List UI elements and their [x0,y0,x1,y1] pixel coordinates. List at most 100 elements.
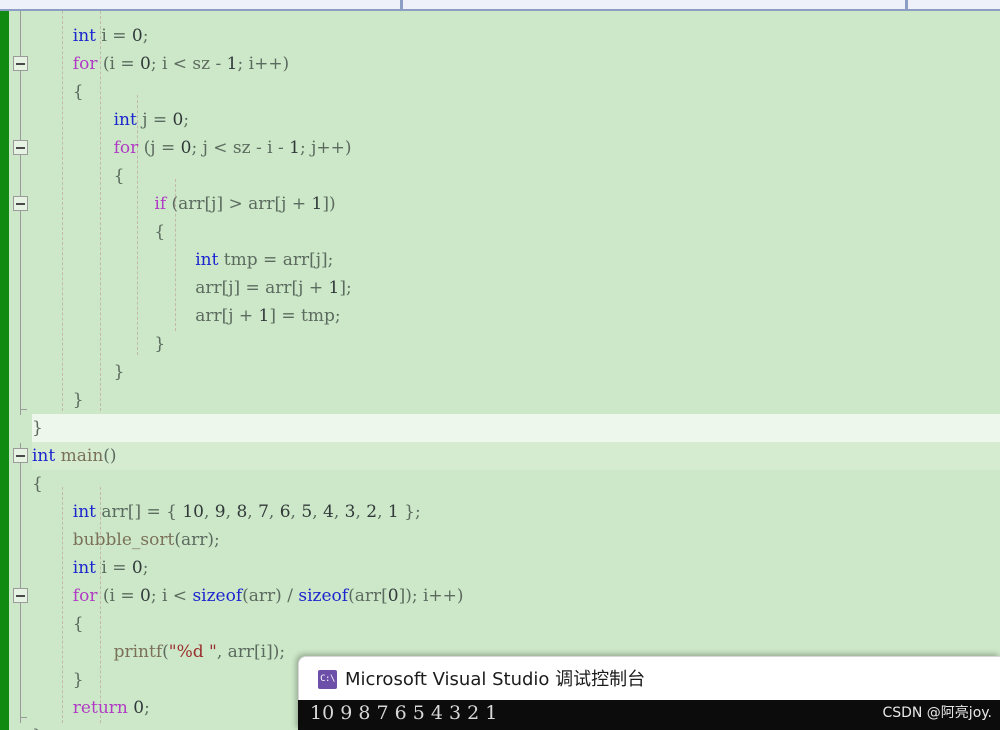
code-token: 2 [366,502,378,522]
code-token: { [32,474,43,494]
code-line-5[interactable]: { [32,162,125,190]
code-token: return [72,698,128,718]
code-token: 0 [131,558,143,578]
code-token: ; i++) [237,54,290,74]
fold-bracket-end-1 [20,717,27,718]
code-token: , [268,502,280,522]
code-token: , [225,502,237,522]
code-line-4[interactable]: for (j = 0; j < sz - i - 1; j++) [32,134,352,162]
code-token: (arr[ [348,586,388,606]
code-line-11[interactable]: } [32,330,165,358]
code-line-23[interactable]: } [32,666,84,694]
code-line-10[interactable]: arr[j + 1] = tmp; [32,302,341,330]
code-token: 0 [139,54,151,74]
code-token: ] = tmp; [269,306,341,326]
code-line-14[interactable]: } [32,414,43,442]
code-token: 6 [279,502,291,522]
code-token: 1 [311,194,323,214]
code-token: () [103,446,117,466]
fold-collapse-icon-2[interactable] [13,196,28,211]
code-line-22[interactable]: printf("%d ", arr[i]); [32,638,286,666]
code-line-16[interactable]: { [32,470,43,498]
code-token: i = [96,26,132,46]
console-titlebar[interactable]: C:\ Microsoft Visual Studio 调试控制台 [298,656,1000,700]
code-line-13[interactable]: } [32,386,84,414]
code-token: ; j < sz - i - [191,138,290,158]
code-line-24[interactable]: return 0; [32,694,150,722]
code-token: 9 [214,502,226,522]
code-token: 1 [258,306,270,326]
code-token: 1 [289,138,300,158]
code-token: 0 [131,26,143,46]
code-token: 1 [387,502,399,522]
code-token: ; [144,698,150,718]
code-token: arr[j] = arr[j + [195,278,329,298]
code-token: , [333,502,345,522]
code-token: "%d " [168,642,217,662]
code-token: ]) [322,194,336,214]
code-token: if [154,194,167,214]
code-token: , [203,502,215,522]
watermark-text: CSDN @阿亮joy. [882,705,992,721]
fold-bracket-line-1 [20,443,21,723]
code-token: 1 [328,278,340,298]
code-token: ; i < sz - [150,54,227,74]
code-token: printf [113,642,163,662]
console-output-area: 10 9 8 7 6 5 4 3 2 1 D:\code\test\x64\De… [298,700,1000,730]
code-line-19[interactable]: int i = 0; [32,554,149,582]
code-line-21[interactable]: { [32,610,84,638]
code-token: , [377,502,388,522]
code-line-7[interactable]: { [32,218,165,246]
code-line-18[interactable]: bubble_sort(arr); [32,526,220,554]
code-token: int [72,502,97,522]
code-token: ]); i++) [398,586,464,606]
toolbar-separator-1 [905,0,908,9]
change-indicator-bar [0,11,9,730]
code-token: } [113,362,125,382]
line-highlight-0 [32,414,1000,442]
code-line-1[interactable]: for (i = 0; i < sz - 1; i++) [32,50,289,78]
code-token: 0 [172,110,184,130]
code-line-0[interactable]: int i = 0; [32,22,149,50]
code-line-6[interactable]: if (arr[j] > arr[j + 1]) [32,190,336,218]
code-line-20[interactable]: for (i = 0; i < sizeof(arr) / sizeof(arr… [32,582,464,610]
code-token: int [113,110,137,130]
code-token: 1 [226,54,238,74]
code-line-2[interactable]: { [32,78,84,106]
code-token: 5 [301,502,313,522]
toolbar-strip [0,0,1000,11]
code-token: 0 [180,138,192,158]
code-editor[interactable]: int i = 0; for (i = 0; i < sz - 1; i++){i… [0,11,1000,730]
fold-collapse-icon-4[interactable] [13,588,28,603]
code-token: sizeof [192,586,243,606]
code-token: , [247,502,259,522]
fold-collapse-icon-3[interactable] [13,448,28,463]
outlining-gutter[interactable] [9,11,32,730]
code-line-15[interactable]: int main() [32,442,117,470]
code-token: , [290,502,302,522]
code-token: 7 [258,502,269,522]
code-token: } [32,726,43,730]
code-line-17[interactable]: int arr[] = { 10, 9, 8, 7, 6, 5, 4, 3, 2… [32,498,421,526]
code-token: ; i < [150,586,193,606]
code-token: } [72,390,84,410]
code-line-9[interactable]: arr[j] = arr[j + 1]; [32,274,352,302]
code-token: j = [136,110,173,130]
code-line-8[interactable]: int tmp = arr[j]; [32,246,333,274]
fold-collapse-icon-1[interactable] [13,140,28,155]
code-line-25[interactable]: } [32,722,43,730]
code-token: 10 [182,502,204,522]
code-token: ; [142,558,149,578]
fold-collapse-icon-0[interactable] [13,56,28,71]
debug-console-window[interactable]: C:\ Microsoft Visual Studio 调试控制台 10 9 8… [298,656,1000,730]
code-line-3[interactable]: int j = 0; [32,106,190,134]
code-token: { [113,166,125,186]
code-token: for [113,138,139,158]
code-token: { [154,222,166,242]
code-token: ]; [339,278,352,298]
code-line-12[interactable]: } [32,358,125,386]
code-token: arr[] = { [96,502,183,522]
code-token: }; [398,502,421,522]
toolbar-separator-0 [400,0,403,9]
code-token: int [32,446,56,466]
